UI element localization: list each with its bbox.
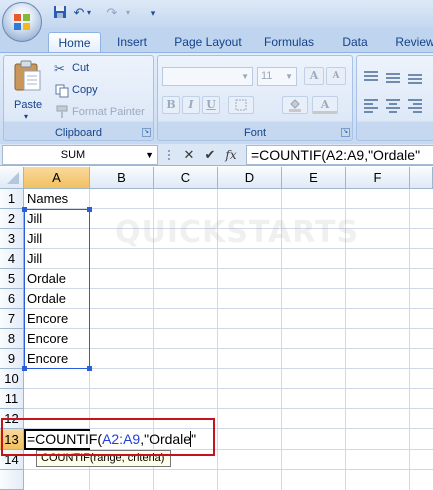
font-size-value: 11 (261, 70, 273, 82)
row-header-9[interactable]: 9 (0, 349, 24, 369)
gridline (24, 469, 433, 470)
fill-color-button[interactable] (282, 96, 308, 114)
name-box-dropdown-icon[interactable]: ▼ (145, 150, 154, 160)
column-header-c[interactable]: C (154, 167, 218, 189)
name-box-value: SUM (60, 149, 86, 161)
row-header-7[interactable]: 7 (0, 309, 24, 329)
font-color-button[interactable]: A (312, 96, 338, 114)
tab-formulas[interactable]: Formulas (258, 32, 320, 52)
range-handle[interactable] (22, 366, 27, 371)
underline-button[interactable]: U (202, 96, 220, 114)
select-all-corner[interactable] (0, 167, 24, 189)
tab-data[interactable]: Data (334, 32, 376, 52)
undo-dropdown-icon[interactable]: ▾ (85, 5, 93, 21)
cancel-icon[interactable]: ✕ (180, 146, 198, 164)
range-handle[interactable] (87, 207, 92, 212)
title-bar: ↶ ▾ ↷ ▾ ▾ (0, 0, 433, 28)
fill-color-icon (289, 99, 301, 112)
clipboard-group: Paste ▾ ✂ Cut Copy Format Painter Clipbo… (3, 55, 154, 141)
formula-bar: SUM ▼ ✕ ✔ fx =COUNTIF(A2:A9,"Ordale" (0, 144, 433, 166)
office-button[interactable] (2, 2, 42, 42)
font-group-label: Font (243, 127, 266, 139)
copy-label[interactable]: Copy (72, 84, 98, 96)
redo-dropdown-icon: ▾ (125, 8, 130, 17)
align-top-icon[interactable] (362, 69, 380, 85)
paste-label: Paste (14, 99, 43, 111)
font-size-combo[interactable]: 11 ▼ (257, 67, 297, 86)
tab-insert[interactable]: Insert (108, 32, 156, 52)
align-middle-icon[interactable] (384, 69, 402, 85)
italic-button[interactable]: I (182, 96, 200, 114)
formula-text: =COUNTIF(A2:A9,"Ordale" (251, 147, 421, 163)
tab-home[interactable]: Home (48, 32, 101, 52)
annotation-highlight-box (1, 418, 215, 456)
column-header-d[interactable]: D (218, 167, 282, 189)
align-bottom-icon[interactable] (406, 69, 424, 85)
office-logo-icon (14, 14, 30, 30)
name-box[interactable]: SUM ▼ (2, 145, 158, 165)
format-painter-label: Format Painter (72, 106, 145, 118)
align-left-icon[interactable] (362, 97, 380, 113)
row-header-10[interactable]: 10 (0, 369, 24, 389)
row-header-1[interactable]: 1 (0, 189, 24, 209)
bold-button[interactable]: B (162, 96, 180, 114)
column-header-f[interactable]: F (346, 167, 410, 189)
customize-qat-icon[interactable]: ▾ (148, 5, 158, 21)
font-name-dropdown-icon[interactable]: ▼ (241, 72, 249, 81)
column-header-g[interactable] (410, 167, 433, 189)
range-handle[interactable] (22, 207, 27, 212)
cut-label[interactable]: Cut (72, 62, 89, 74)
copy-icon[interactable] (55, 84, 69, 98)
formula-input[interactable]: =COUNTIF(A2:A9,"Ordale" (246, 145, 433, 165)
grow-font-button[interactable]: A (304, 67, 324, 85)
font-size-dropdown-icon[interactable]: ▼ (285, 72, 293, 81)
row-header-5[interactable]: 5 (0, 269, 24, 289)
formula-bar-grip-icon (168, 150, 174, 160)
font-name-combo[interactable]: ▼ (162, 67, 253, 86)
paste-icon (14, 60, 41, 91)
row-header-15[interactable] (0, 470, 24, 490)
row-header-3[interactable]: 3 (0, 229, 24, 249)
tab-review[interactable]: Review (390, 32, 433, 52)
column-header-b[interactable]: B (90, 167, 154, 189)
formula-range-highlight (24, 209, 90, 369)
paste-dropdown-icon[interactable]: ▾ (24, 112, 28, 121)
clipboard-launcher-icon[interactable]: ↘ (142, 128, 151, 137)
enter-icon[interactable]: ✔ (201, 146, 219, 164)
format-painter-icon (56, 105, 68, 118)
alignment-group (356, 55, 433, 141)
redo-icon: ↷ (106, 5, 118, 20)
shrink-font-button[interactable]: A (326, 67, 346, 85)
select-all-triangle-icon (7, 172, 19, 184)
row-header-11[interactable]: 11 (0, 389, 24, 409)
column-header-e[interactable]: E (282, 167, 346, 189)
column-header-a[interactable]: A (24, 167, 90, 189)
ribbon: Paste ▾ ✂ Cut Copy Format Painter Clipbo… (0, 52, 433, 144)
clipboard-group-label: Clipboard (54, 127, 103, 139)
watermark: QUICKSTARTS (115, 215, 360, 250)
ribbon-tab-row: Home Insert Page Layout Formulas Data Re… (0, 28, 433, 52)
row-header-8[interactable]: 8 (0, 329, 24, 349)
font-group: ▼ 11 ▼ A A B I U A Font ↘ (157, 55, 353, 141)
gridline (24, 408, 433, 409)
row-header-4[interactable]: 4 (0, 249, 24, 269)
insert-function-button[interactable]: fx (222, 146, 240, 164)
paste-button[interactable]: Paste ▾ (8, 60, 46, 121)
save-icon[interactable] (52, 5, 68, 21)
row-header-6[interactable]: 6 (0, 289, 24, 309)
cut-icon[interactable]: ✂ (54, 61, 65, 77)
borders-icon (235, 99, 247, 111)
tab-page-layout[interactable]: Page Layout (168, 32, 248, 52)
align-right-icon[interactable] (406, 97, 424, 113)
font-launcher-icon[interactable]: ↘ (341, 128, 350, 137)
row-header-2[interactable]: 2 (0, 209, 24, 229)
align-center-icon[interactable] (384, 97, 402, 113)
borders-button[interactable] (228, 96, 254, 114)
range-handle[interactable] (87, 366, 92, 371)
gridline (24, 388, 433, 389)
cell-a1[interactable]: Names (27, 189, 68, 209)
